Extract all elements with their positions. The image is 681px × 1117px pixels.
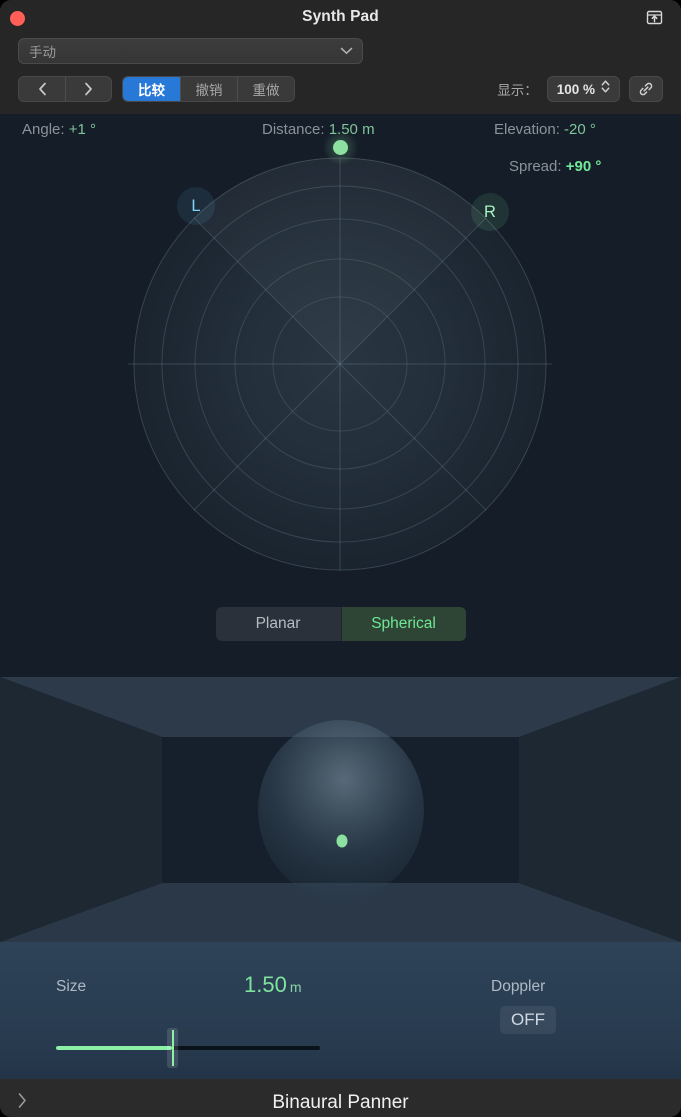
next-preset-button[interactable] bbox=[65, 77, 111, 101]
doppler-toggle-button[interactable]: OFF bbox=[500, 1006, 556, 1034]
undo-button[interactable]: 撤销 bbox=[180, 77, 237, 101]
plugin-name: Binaural Panner bbox=[272, 1092, 409, 1113]
title-bar: Synth Pad bbox=[0, 0, 681, 36]
elevation-label: Elevation: bbox=[494, 121, 560, 138]
size-value[interactable]: 1.50 m bbox=[244, 972, 302, 998]
plugin-window: Synth Pad 手动 比较 撤销 重做 显示： 100 % Angle: +… bbox=[0, 0, 681, 1117]
spread-value[interactable]: +90 ° bbox=[566, 158, 602, 175]
export-icon[interactable] bbox=[641, 5, 668, 29]
elevation-value[interactable]: -20 ° bbox=[564, 121, 596, 138]
stepper-up-down-icon[interactable] bbox=[601, 79, 610, 99]
slider-fill bbox=[56, 1046, 173, 1050]
toolbar: 手动 比较 撤销 重做 显示： 100 % bbox=[0, 36, 681, 114]
toolbar-buttons: 比较 撤销 重做 显示： 100 % bbox=[18, 76, 663, 102]
chevron-right-icon[interactable] bbox=[17, 1092, 27, 1114]
prev-preset-button[interactable] bbox=[19, 77, 65, 101]
right-tools: 显示： 100 % bbox=[497, 76, 663, 102]
angle-label: Angle: bbox=[22, 121, 65, 138]
right-marker-label: R bbox=[484, 202, 496, 221]
plugin-footer: Binaural Panner bbox=[0, 1079, 681, 1117]
window-title: Synth Pad bbox=[302, 8, 379, 25]
size-unit: m bbox=[289, 979, 302, 995]
size-slider[interactable] bbox=[56, 1028, 320, 1068]
doppler-label: Doppler bbox=[491, 978, 546, 995]
history-group: 比较 撤销 重做 bbox=[122, 76, 295, 102]
radar-stage[interactable]: L R bbox=[128, 130, 552, 576]
angle-value[interactable]: +1 ° bbox=[69, 121, 96, 138]
redo-button[interactable]: 重做 bbox=[237, 77, 294, 101]
room-3d-panel[interactable] bbox=[0, 677, 681, 942]
zoom-label: 显示： bbox=[497, 83, 538, 98]
chevron-down-icon bbox=[340, 42, 353, 60]
panner-radar-panel[interactable]: Angle: +1 ° Distance: 1.50 m Elevation: … bbox=[0, 114, 681, 677]
projection-mode-toggle: Planar Spherical bbox=[215, 607, 466, 641]
tab-planar[interactable]: Planar bbox=[215, 607, 341, 641]
size-doppler-panel: Size 1.50 m Doppler OFF bbox=[0, 942, 681, 1079]
left-marker-label: L bbox=[191, 196, 201, 215]
sphere-position-dot[interactable] bbox=[336, 834, 347, 847]
nav-group bbox=[18, 76, 112, 102]
preset-row: 手动 bbox=[18, 36, 663, 64]
link-icon[interactable] bbox=[629, 76, 663, 102]
left-speaker-marker[interactable]: L bbox=[177, 187, 215, 225]
slider-thumb[interactable] bbox=[167, 1028, 179, 1068]
position-dot[interactable] bbox=[333, 140, 348, 155]
tab-spherical[interactable]: Spherical bbox=[340, 607, 466, 641]
zoom-value: 100 % bbox=[556, 81, 595, 97]
elevation-readout: Elevation: -20 ° bbox=[494, 121, 596, 138]
distance-label: Distance: bbox=[262, 121, 325, 138]
right-speaker-marker[interactable]: R bbox=[471, 193, 509, 231]
angle-readout: Angle: +1 ° bbox=[22, 121, 96, 138]
zoom-stepper[interactable]: 100 % bbox=[546, 76, 620, 102]
distance-readout: Distance: 1.50 m bbox=[262, 121, 375, 138]
preset-dropdown[interactable]: 手动 bbox=[18, 38, 363, 64]
size-number: 1.50 bbox=[244, 972, 287, 997]
compare-button[interactable]: 比较 bbox=[123, 77, 180, 101]
preset-value: 手动 bbox=[29, 45, 56, 60]
size-label: Size bbox=[56, 978, 87, 995]
spread-sphere[interactable] bbox=[257, 719, 424, 900]
